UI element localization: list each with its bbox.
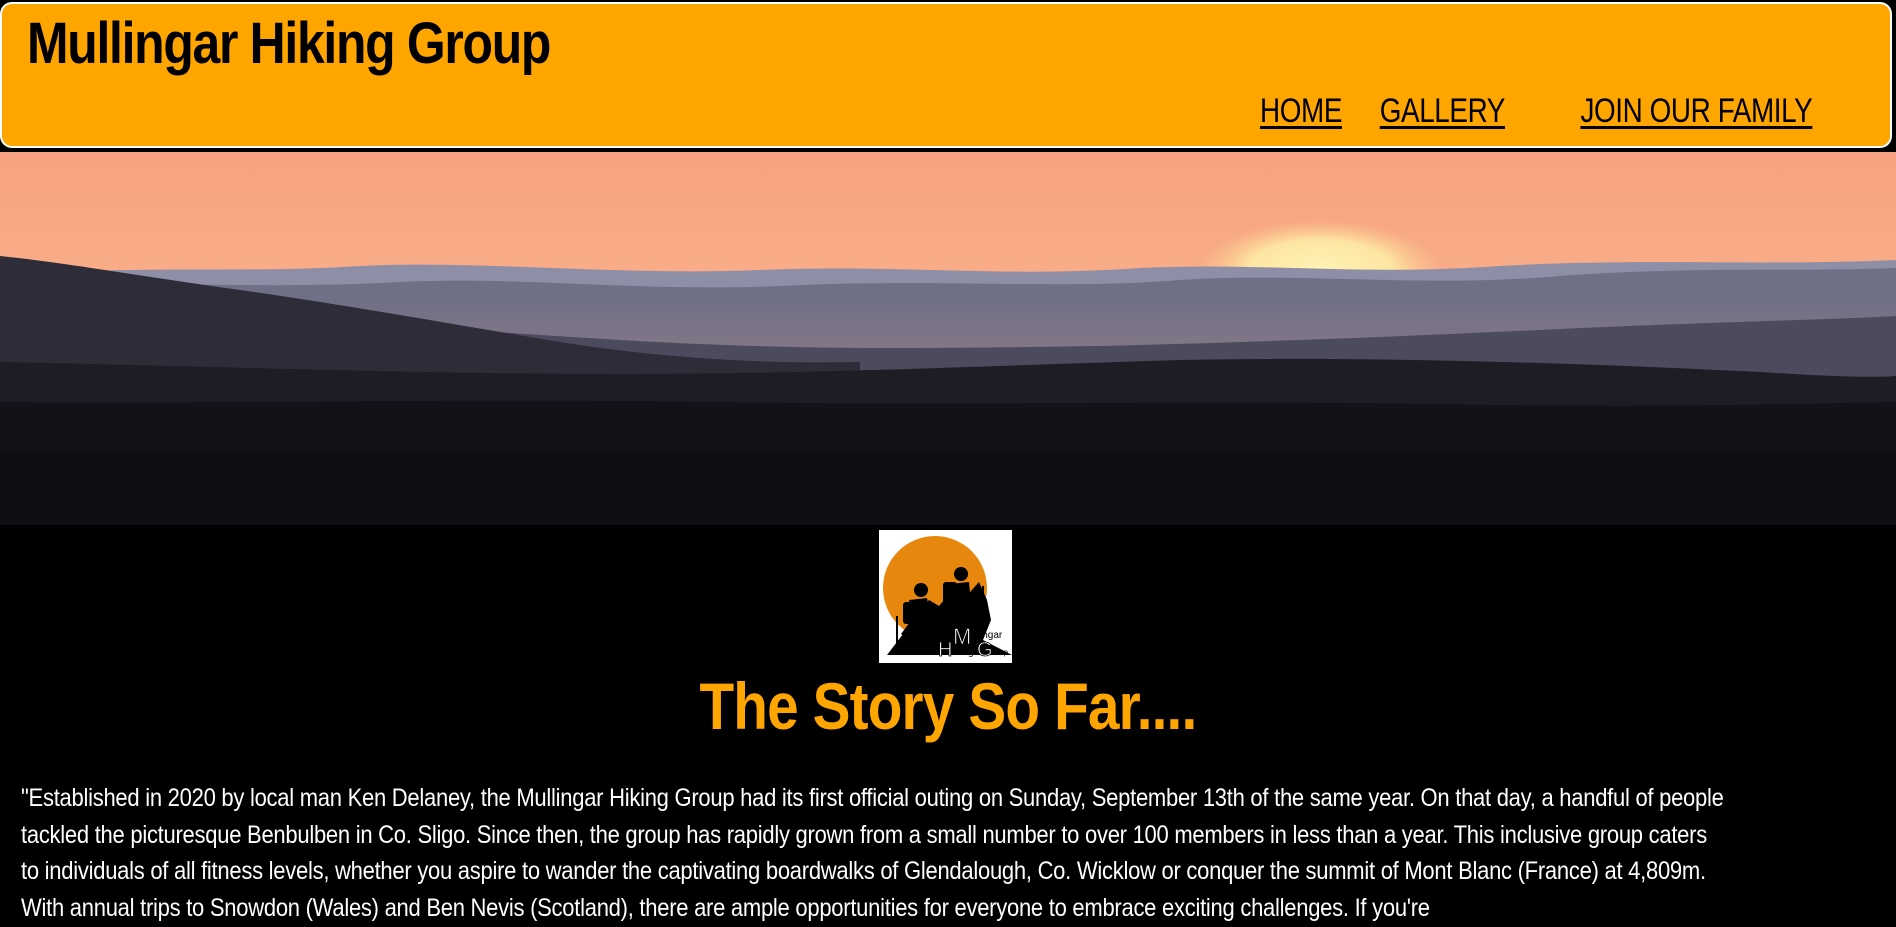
svg-text:G: G <box>977 639 993 661</box>
story-heading: The Story So Far.... <box>0 668 1896 744</box>
hero-banner <box>0 152 1896 525</box>
svg-text:roup: roup <box>992 648 1009 657</box>
site-header: Mullingar Hiking Group HOME GALLERY JOIN… <box>2 4 1890 146</box>
group-logo: M ullingar H iking G roup <box>879 530 1012 663</box>
svg-text:H: H <box>938 639 952 661</box>
svg-text:iking: iking <box>953 647 974 658</box>
mountain-sunset-image <box>0 152 1896 525</box>
nav-home-link[interactable]: HOME <box>1260 92 1342 131</box>
site-title: Mullingar Hiking Group <box>27 11 551 76</box>
main-nav: HOME GALLERY JOIN OUR FAMILY <box>1242 92 1838 131</box>
svg-text:M: M <box>953 624 971 649</box>
nav-gallery-link[interactable]: GALLERY <box>1380 92 1506 131</box>
story-paragraph: "Established in 2020 by local man Ken De… <box>21 784 1724 922</box>
story-heading-text: The Story So Far.... <box>699 669 1198 743</box>
nav-join-link[interactable]: JOIN OUR FAMILY <box>1581 92 1813 131</box>
